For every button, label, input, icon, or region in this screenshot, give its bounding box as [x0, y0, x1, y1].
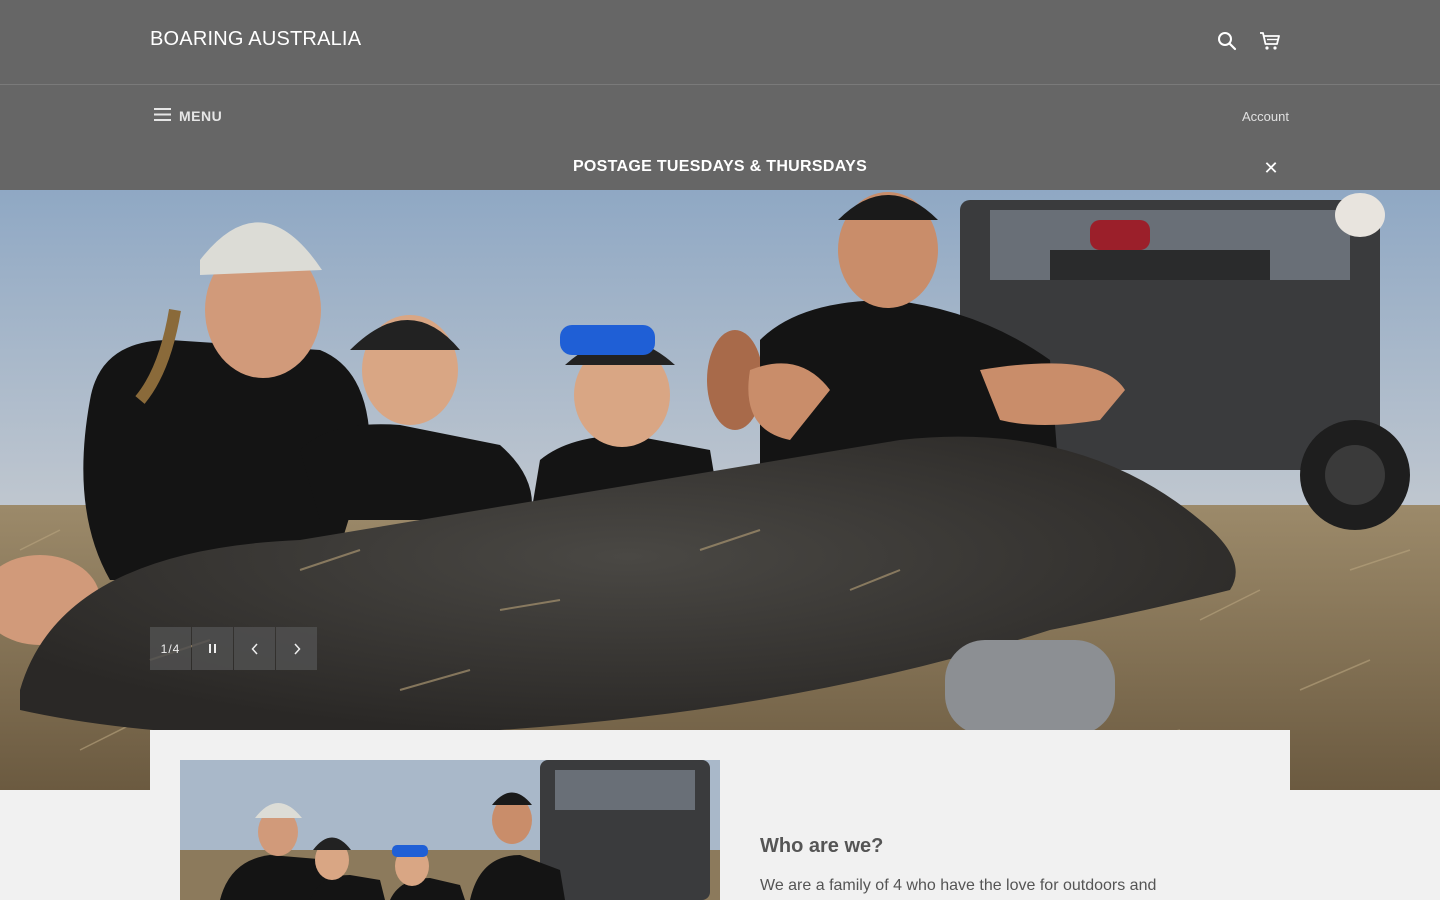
- hero-image: [0, 190, 1440, 790]
- slide-counter: 1/4: [150, 627, 191, 670]
- menu-label: MENU: [179, 108, 223, 124]
- account-link[interactable]: Account: [1242, 109, 1289, 124]
- cart-icon[interactable]: [1257, 28, 1283, 54]
- chevron-left-icon: [250, 642, 259, 655]
- intro-body: We are a family of 4 who have the love f…: [760, 877, 1157, 894]
- pause-button[interactable]: [192, 627, 233, 670]
- pause-icon: [208, 644, 217, 653]
- site-header: BOARING AUSTRALIA: [0, 0, 1440, 85]
- close-icon[interactable]: ✕: [1262, 159, 1280, 177]
- menu-button[interactable]: MENU: [154, 105, 222, 127]
- prev-slide-button[interactable]: [234, 627, 275, 670]
- hero-slideshow: 1/4: [0, 190, 1440, 790]
- next-slide-button[interactable]: [276, 627, 317, 670]
- search-icon[interactable]: [1214, 28, 1240, 54]
- announcement-bar: POSTAGE TUESDAYS & THURSDAYS ✕: [0, 147, 1440, 190]
- intro-heading: Who are we?: [760, 835, 884, 857]
- announcement-text: POSTAGE TUESDAYS & THURSDAYS: [572, 158, 868, 175]
- intro-section: Who are we? We are a family of 4 who hav…: [150, 730, 1290, 900]
- hamburger-icon: [154, 108, 171, 124]
- slideshow-controls: 1/4: [150, 627, 318, 670]
- chevron-right-icon: [293, 642, 301, 655]
- intro-image: [180, 760, 720, 900]
- site-logo[interactable]: BOARING AUSTRALIA: [150, 28, 361, 51]
- site-nav: MENU Account: [0, 85, 1440, 147]
